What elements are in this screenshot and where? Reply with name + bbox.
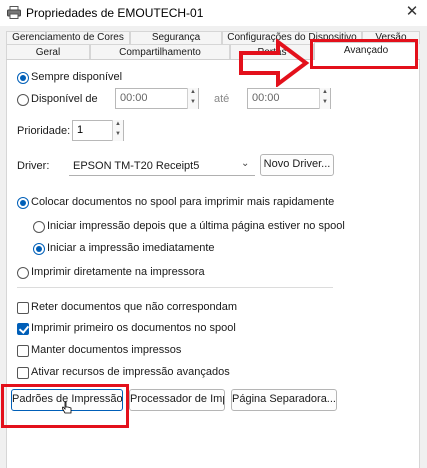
title-bar: Propriedades de EMOUTECH-01 ✕ bbox=[0, 0, 427, 26]
advanced-features-label: Ativar recursos de impressão avançados bbox=[31, 366, 230, 378]
print-processor-button[interactable]: Processador de Imp... bbox=[129, 389, 225, 411]
print-directly-label: Imprimir diretamente na impressora bbox=[31, 266, 205, 278]
driver-select[interactable]: EPSON TM-T20 Receipt5 ⌄ bbox=[69, 154, 255, 176]
print-spooled-first-checkbox[interactable] bbox=[17, 323, 29, 335]
keep-printed-checkbox[interactable] bbox=[17, 345, 29, 357]
priority-spinner[interactable]: ▲ ▼ bbox=[112, 120, 123, 141]
tab-advanced[interactable]: Avançado bbox=[314, 42, 418, 60]
print-directly-radio[interactable] bbox=[17, 267, 29, 279]
available-from-radio[interactable] bbox=[17, 94, 29, 106]
always-available-radio[interactable] bbox=[17, 72, 29, 84]
tab-color-management[interactable]: Gerenciamento de Cores bbox=[6, 31, 130, 44]
hold-mismatched-checkbox[interactable] bbox=[17, 302, 29, 314]
available-from-label: Disponível de bbox=[31, 93, 98, 105]
chevron-down-icon: ⌄ bbox=[241, 158, 250, 169]
printer-icon bbox=[7, 6, 21, 19]
spool-radio[interactable] bbox=[17, 197, 29, 209]
priority-label: Prioridade: bbox=[17, 125, 71, 137]
advanced-features-checkbox[interactable] bbox=[17, 367, 29, 379]
always-available-label: Sempre disponível bbox=[31, 71, 123, 83]
tab-security[interactable]: Segurança bbox=[130, 31, 222, 44]
print-spooled-first-label: Imprimir primeiro os documentos no spool bbox=[31, 322, 236, 334]
tab-ports[interactable]: Portas bbox=[230, 44, 314, 59]
tab-row-front: Geral Compartilhamento Portas Avançado bbox=[6, 42, 420, 60]
hold-mismatched-label: Reter documentos que não correspondam bbox=[31, 301, 238, 313]
hand-cursor-icon bbox=[62, 401, 72, 414]
tab-sharing[interactable]: Compartilhamento bbox=[90, 44, 230, 59]
driver-value: EPSON TM-T20 Receipt5 bbox=[73, 160, 200, 172]
from-time-spinner[interactable]: ▲ ▼ bbox=[187, 88, 198, 109]
close-icon[interactable]: ✕ bbox=[404, 4, 420, 20]
keep-printed-label: Manter documentos impressos bbox=[31, 344, 182, 356]
start-immediately-radio[interactable] bbox=[33, 243, 45, 255]
separator-page-button[interactable]: Página Separadora... bbox=[231, 389, 337, 411]
until-label: até bbox=[214, 93, 230, 105]
to-time-spinner[interactable]: ▲ ▼ bbox=[319, 88, 330, 109]
start-immediately-label: Iniciar a impressão imediatamente bbox=[47, 242, 215, 254]
tab-general[interactable]: Geral bbox=[6, 44, 90, 59]
new-driver-button[interactable]: Novo Driver... bbox=[260, 154, 334, 176]
driver-label: Driver: bbox=[17, 160, 50, 172]
divider bbox=[17, 287, 333, 288]
advanced-panel: Sempre disponível Disponível de 00:00 ▲ ▼… bbox=[6, 60, 420, 468]
start-after-last-page-label: Iniciar impressão depois que a última pá… bbox=[47, 220, 345, 232]
window-title: Propriedades de EMOUTECH-01 bbox=[26, 6, 204, 20]
spool-label: Colocar documentos no spool para imprimi… bbox=[31, 196, 335, 208]
start-after-last-page-radio[interactable] bbox=[33, 221, 45, 233]
